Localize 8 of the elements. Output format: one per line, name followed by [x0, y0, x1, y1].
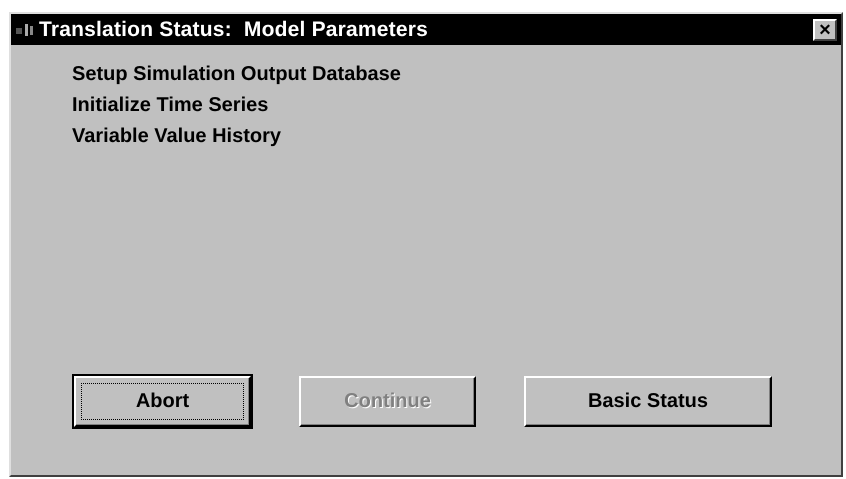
status-step: Initialize Time Series [72, 90, 841, 121]
window-title: Translation Status: Model Parameters [39, 16, 428, 43]
dialog-button[interactable]: Abort [74, 376, 251, 427]
status-step: Setup Simulation Output Database [72, 59, 841, 90]
close-button[interactable]: × [813, 18, 837, 40]
status-step: Variable Value History [72, 121, 841, 152]
dialog-button[interactable]: Basic Status [524, 376, 772, 427]
app-icon [15, 22, 35, 38]
